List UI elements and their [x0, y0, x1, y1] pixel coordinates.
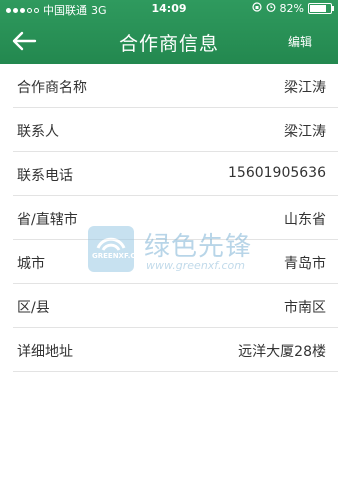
field-row-address[interactable]: 详细地址 远洋大厦28楼	[13, 328, 338, 372]
field-value: 青岛市	[284, 256, 326, 272]
field-value: 山东省	[284, 212, 326, 228]
field-label: 联系电话	[17, 168, 73, 184]
alarm-icon	[266, 2, 276, 15]
field-label: 联系人	[17, 124, 59, 140]
partner-info-list: 合作商名称 梁江涛 联系人 梁江涛 联系电话 15601905636 省/直辖市…	[0, 64, 338, 372]
edit-button[interactable]: 编辑	[288, 33, 312, 50]
field-row-district[interactable]: 区/县 市南区	[13, 284, 338, 328]
watermark: GREENXF.COM 绿色先锋 www.greenxf.com	[88, 226, 268, 276]
wifi-logo-icon	[96, 237, 126, 251]
field-value: 梁江涛	[284, 80, 326, 96]
field-label: 区/县	[17, 300, 50, 316]
watermark-logo-text: GREENXF.COM	[92, 252, 149, 260]
battery-percent: 82%	[279, 2, 304, 15]
field-row-contact-person[interactable]: 联系人 梁江涛	[13, 108, 338, 152]
watermark-logo: GREENXF.COM	[88, 226, 148, 272]
field-label: 详细地址	[17, 344, 73, 360]
field-value: 15601905636	[228, 165, 326, 181]
lock-rotation-icon	[251, 2, 262, 15]
status-bar: 中国联通 3G 14:09 82%	[0, 0, 338, 18]
app-header: 中国联通 3G 14:09 82% 合作商信息 编辑	[0, 0, 338, 64]
battery-fill	[310, 5, 326, 12]
battery-icon	[308, 3, 334, 14]
field-value: 远洋大厦28楼	[238, 344, 326, 360]
watermark-name: 绿色先锋	[144, 232, 253, 262]
watermark-url: www.greenxf.com	[146, 259, 245, 272]
field-row-phone[interactable]: 联系电话 15601905636	[13, 152, 338, 196]
field-value: 梁江涛	[284, 124, 326, 140]
field-label: 省/直辖市	[17, 212, 78, 228]
field-value: 市南区	[284, 300, 326, 316]
field-row-partner-name[interactable]: 合作商名称 梁江涛	[13, 64, 338, 108]
navigation-bar: 合作商信息 编辑	[0, 18, 338, 64]
field-label: 合作商名称	[17, 80, 87, 96]
field-label: 城市	[17, 256, 45, 272]
status-right: 82%	[251, 2, 334, 15]
